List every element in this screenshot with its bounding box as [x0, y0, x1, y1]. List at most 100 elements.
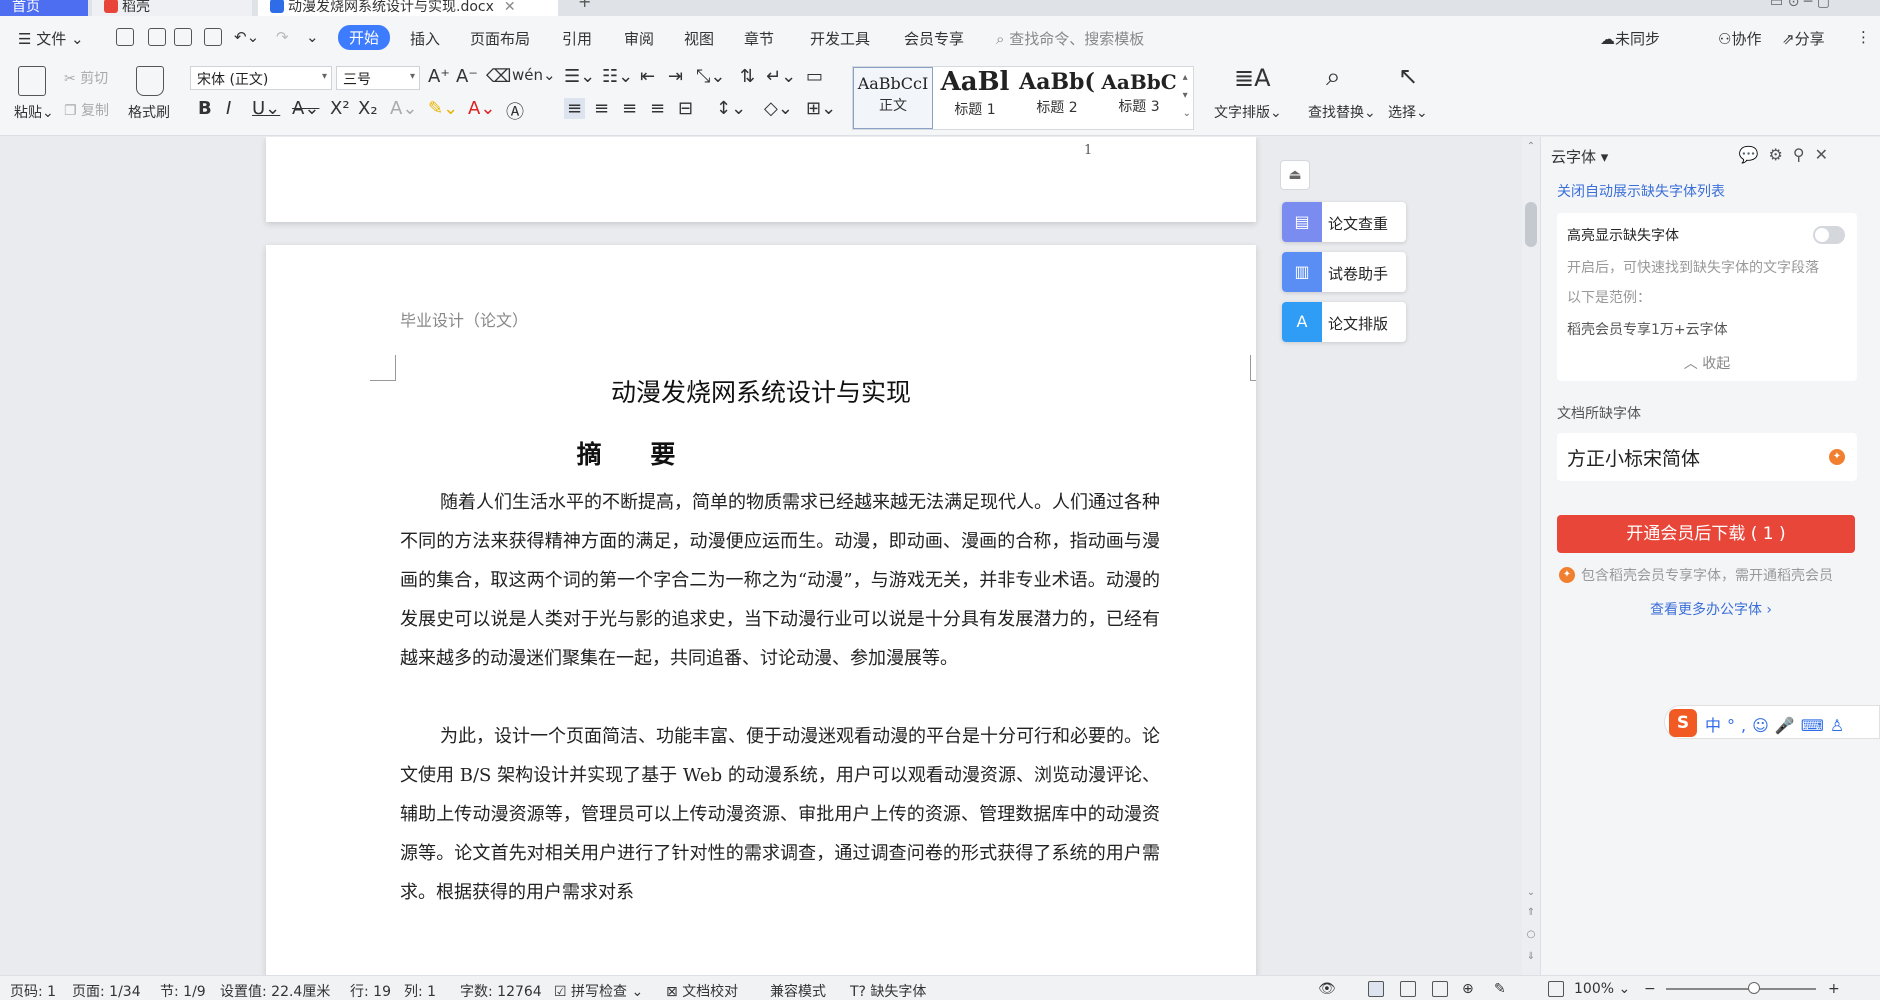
tab-developer[interactable]: 开发工具 — [810, 28, 870, 49]
tab-page-layout[interactable]: 页面布局 — [470, 28, 530, 49]
page-view-icon[interactable] — [1368, 981, 1384, 997]
format-painter-icon[interactable] — [136, 66, 164, 96]
distribute-icon[interactable]: ⊟ — [678, 98, 693, 119]
tab-home[interactable]: 首页 — [0, 0, 88, 16]
doc-proofread[interactable]: ⊠ 文档校对 — [666, 981, 738, 1000]
zoom-level[interactable]: 100% ⌄ — [1574, 981, 1630, 997]
punctuation-icon[interactable]: °, — [1727, 716, 1752, 735]
more-options-icon[interactable]: ⋮ — [1856, 28, 1871, 46]
close-icon[interactable]: ✕ — [1815, 145, 1838, 164]
copy-button[interactable]: ❐ 复制 — [64, 100, 109, 120]
phonetic-icon[interactable]: wén⌄ — [512, 66, 556, 84]
section-indicator[interactable]: 节: 1/9 — [160, 981, 206, 1000]
close-tab-icon[interactable]: ✕ — [504, 0, 516, 15]
window-controls[interactable]: ▭ ⊙ ─ ▢ — [1770, 0, 1830, 10]
ruler-icon[interactable]: ▭ — [806, 66, 823, 87]
web-view-icon[interactable]: ⊕ — [1462, 981, 1474, 997]
undo-icon[interactable]: ↶⌄ — [234, 28, 259, 46]
tab-insert[interactable]: 插入 — [410, 28, 440, 49]
char-border-icon[interactable]: Ⓐ — [506, 98, 524, 124]
superscript-icon[interactable]: X² — [330, 98, 350, 119]
abstract-heading[interactable]: 摘 要 — [266, 435, 1006, 471]
new-tab-icon[interactable]: + — [578, 0, 591, 11]
cursor-icon[interactable]: ↖ — [1398, 62, 1418, 90]
abstract-paragraph-2[interactable]: 为此，设计一个页面简洁、功能丰富、便于动漫迷观看动漫的平台是十分可行和必要的。论… — [400, 717, 1160, 912]
sort-icon[interactable]: ⇅ — [740, 66, 755, 87]
style-normal[interactable]: AaBbCcI 正文 — [853, 67, 933, 129]
magnifier-icon[interactable]: ⌕ — [1326, 62, 1341, 93]
pages-indicator[interactable]: 页面: 1/34 — [72, 981, 141, 1000]
ime-items[interactable]: 中°,☺🎤⌨♙ — [1705, 712, 1850, 736]
skin-icon[interactable]: ♙ — [1830, 716, 1850, 735]
text-direction-icon[interactable]: ⤡⌄ — [696, 66, 725, 87]
exam-helper-tool[interactable]: ▥ 试卷助手 — [1282, 252, 1406, 292]
highlight-toggle[interactable] — [1813, 226, 1845, 244]
print-preview-icon[interactable] — [204, 28, 222, 46]
missing-font-status[interactable]: T? 缺失字体 — [850, 981, 926, 1000]
paper-layout-tool[interactable]: A 论文排版 — [1282, 302, 1406, 342]
font-color-icon[interactable]: A⌄ — [468, 98, 495, 119]
ime-mode[interactable]: 中 — [1705, 716, 1727, 735]
borders-icon[interactable]: ⊞⌄ — [806, 98, 836, 119]
document-title[interactable]: 动漫发烧网系统设计与实现 — [266, 373, 1256, 409]
missing-font-item[interactable]: 方正小标宋简体 ✦ — [1557, 433, 1857, 481]
scroll-down-icon[interactable]: ⌄ — [1525, 887, 1537, 898]
decrease-indent-icon[interactable]: ⇤ — [640, 66, 655, 87]
microphone-icon[interactable]: 🎤 — [1775, 716, 1801, 735]
col-indicator[interactable]: 列: 1 — [404, 981, 436, 1000]
fit-page-icon[interactable] — [1548, 981, 1564, 997]
style-scroll-icon[interactable]: ▴ ▾ ⌄ — [1183, 69, 1191, 123]
tab-references[interactable]: 引用 — [562, 28, 592, 49]
highlight-icon[interactable]: ✎⌄ — [428, 98, 458, 119]
share-button[interactable]: ⇗分享 — [1782, 28, 1825, 49]
collapse-tools-button[interactable]: ⏏ — [1280, 160, 1310, 190]
zoom-out-icon[interactable]: − — [1644, 981, 1656, 997]
text-layout-button[interactable]: 文字排版⌄ — [1214, 102, 1282, 122]
vertical-scrollbar[interactable]: ⌃ ⌄ ⇑ ○ ⇓ — [1522, 137, 1540, 975]
export-icon[interactable] — [148, 28, 166, 46]
shading-icon[interactable]: ◇⌄ — [764, 98, 793, 119]
line-spacing-icon[interactable]: ↕⌄ — [716, 98, 746, 119]
decrease-font-icon[interactable]: A⁻ — [456, 66, 478, 87]
clear-format-icon[interactable]: ⌫ — [486, 66, 511, 87]
sync-button[interactable]: ☁未同步 — [1600, 28, 1660, 49]
outline-view-icon[interactable] — [1400, 981, 1416, 997]
align-center-icon[interactable]: ≡ — [594, 98, 609, 119]
select-browse-icon[interactable]: ○ — [1525, 929, 1537, 940]
tab-review[interactable]: 审阅 — [624, 28, 654, 49]
font-name-select[interactable]: 宋体 (正文) ▾ — [190, 66, 332, 90]
next-page-icon[interactable]: ⇓ — [1525, 951, 1537, 962]
scrollbar-thumb[interactable] — [1525, 202, 1537, 247]
spell-check[interactable]: ☑ 拼写检查 ⌄ — [554, 981, 643, 1000]
bullet-list-icon[interactable]: ☰⌄ — [564, 66, 595, 87]
tab-view[interactable]: 视图 — [684, 28, 714, 49]
scroll-up-icon[interactable]: ⌃ — [1525, 141, 1537, 152]
italic-icon[interactable]: I — [226, 98, 231, 119]
keyboard-icon[interactable]: ⌨ — [1801, 716, 1830, 735]
zoom-in-icon[interactable]: + — [1828, 981, 1840, 997]
style-heading-3[interactable]: AaBbC 标题 3 — [1099, 67, 1179, 129]
style-heading-1[interactable]: AaBl 标题 1 — [935, 67, 1015, 129]
tab-chapter[interactable]: 章节 — [744, 28, 774, 49]
eye-protect-icon[interactable]: 👁 — [1318, 981, 1336, 997]
find-replace-button[interactable]: 查找替换⌄ — [1308, 102, 1376, 122]
row-indicator[interactable]: 行: 19 — [350, 981, 391, 1000]
paragraph-mark-icon[interactable]: ↵⌄ — [766, 66, 796, 87]
align-right-icon[interactable]: ≡ — [622, 98, 637, 119]
page-2[interactable]: 毕业设计（论文） 动漫发烧网系统设计与实现 摘 要 随着人们生活水平的不断提高，… — [266, 245, 1256, 975]
settings-icon[interactable]: ⚙ — [1769, 145, 1793, 164]
tab-start[interactable]: 开始 — [338, 25, 391, 50]
command-search[interactable]: ⌕ 查找命令、搜索模板 — [996, 28, 1144, 49]
file-menu[interactable]: ☰ 文件 ⌄ — [18, 28, 84, 49]
zoom-slider-knob[interactable] — [1748, 982, 1760, 994]
feedback-icon[interactable]: 💬 — [1739, 145, 1769, 164]
bold-icon[interactable]: B — [198, 98, 212, 119]
pen-icon[interactable]: ✎ — [1494, 981, 1506, 997]
paste-button[interactable]: 粘贴⌄ — [14, 102, 54, 122]
collab-button[interactable]: ⚇协作 — [1718, 28, 1761, 49]
download-after-vip-button[interactable]: 开通会员后下载 ( 1 ) — [1557, 515, 1855, 553]
prev-page-icon[interactable]: ⇑ — [1525, 907, 1537, 918]
zoom-slider[interactable] — [1666, 988, 1816, 990]
save-icon[interactable] — [116, 28, 134, 46]
page-indicator[interactable]: 页码: 1 — [10, 981, 56, 1000]
